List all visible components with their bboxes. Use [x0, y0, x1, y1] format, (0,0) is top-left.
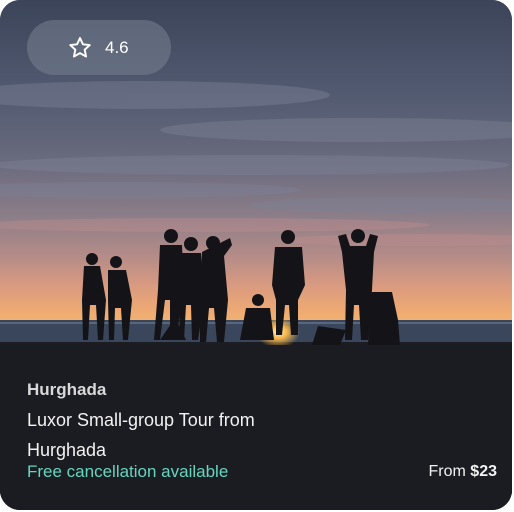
- tour-location: Hurghada: [27, 380, 107, 399]
- price-value: $23: [470, 463, 497, 480]
- tour-footer: Free cancellation available From $23: [27, 462, 497, 482]
- rating-badge: 4.6: [27, 20, 171, 75]
- tour-card[interactable]: 4.6 Hurghada Luxor Small-group Tour from…: [0, 0, 512, 510]
- price-prefix: From: [428, 463, 466, 480]
- tour-info: Hurghada Luxor Small-group Tour from Hur…: [27, 375, 497, 465]
- rating-value: 4.6: [105, 37, 129, 57]
- free-cancellation-label: Free cancellation available: [27, 462, 229, 481]
- tour-title[interactable]: Luxor Small-group Tour from Hurghada: [27, 405, 327, 465]
- star-outline-icon: [69, 36, 91, 58]
- price-label: From $23: [429, 463, 497, 481]
